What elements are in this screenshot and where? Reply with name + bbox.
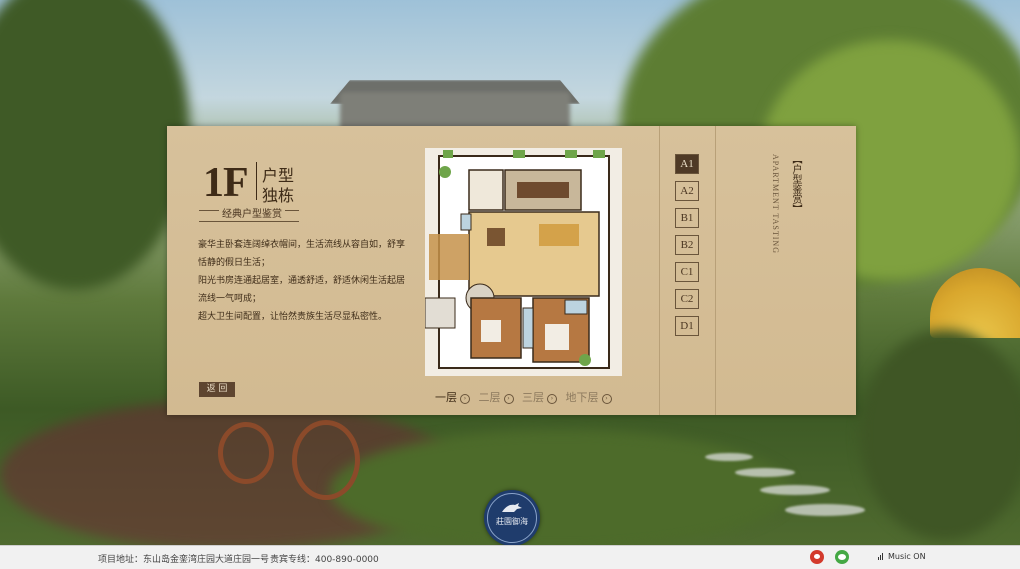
section-title: 【户型鉴赏】	[790, 154, 801, 214]
horse-icon	[502, 503, 522, 512]
path-stone	[760, 485, 830, 495]
logo-text: 莊園御海	[496, 517, 528, 526]
floor-selector: 一层 › 二层 › 三层 › 地下层 ›	[435, 389, 617, 405]
subtitle-rule-bottom	[199, 221, 299, 222]
description-line: 豪华主卧套连阔绰衣帽间，生活流线从容自如，舒享	[198, 240, 406, 250]
footer-bar: 项目地址：东山岛金銮湾庄园大道庄园一号 贵宾专线：400-890-0000 Mu…	[0, 545, 1020, 569]
unit-tab-c2[interactable]: C2	[675, 289, 699, 309]
floor-label: 地下层	[565, 391, 599, 404]
unit-type-tabs: A1 A2 B1 B2 C1 C2 D1	[675, 154, 699, 343]
path-stone	[785, 504, 865, 516]
unit-tab-b2[interactable]: B2	[675, 235, 699, 255]
umbrella	[930, 268, 1020, 338]
vip-phone: 贵宾专线：400-890-0000	[270, 555, 379, 565]
wagon-wheel	[292, 420, 360, 500]
music-label: Music ON	[888, 552, 926, 561]
floor-label: 二层	[478, 391, 501, 404]
floor-label: 一层	[435, 391, 457, 404]
divider	[715, 126, 716, 415]
weibo-icon[interactable]	[810, 550, 824, 564]
wagon-wheel-2	[218, 422, 274, 484]
unit-tab-a2[interactable]: A2	[675, 181, 699, 201]
floor-tab-basement[interactable]: 地下层 ›	[566, 389, 612, 405]
audio-bars-icon	[878, 553, 884, 562]
description-line: 流线一气呵成；	[198, 294, 262, 304]
floor-plan-image	[425, 148, 622, 376]
tree-left	[0, 0, 190, 290]
arrow-right-icon: ›	[503, 394, 514, 404]
bushes-right	[860, 330, 1020, 540]
wechat-icon[interactable]	[835, 550, 849, 564]
arrow-right-icon: ›	[547, 394, 557, 404]
path-stone	[735, 468, 795, 477]
floor-code: 1F	[203, 160, 249, 206]
floor-tab-3[interactable]: 三层 ›	[522, 389, 557, 405]
brand-logo[interactable]: 莊園御海	[484, 490, 540, 546]
divider	[659, 126, 660, 415]
heading-line2: 独栋	[262, 186, 295, 205]
floor-label: 三层	[522, 391, 544, 404]
heading-separator	[256, 162, 257, 200]
arrow-right-icon: ›	[601, 394, 612, 404]
description-line: 恬静的假日生活；	[198, 258, 271, 268]
project-address: 项目地址：东山岛金銮湾庄园大道庄园一号	[98, 555, 270, 565]
floor-tab-1[interactable]: 一层 ›	[435, 389, 470, 405]
unit-tab-c1[interactable]: C1	[675, 262, 699, 282]
description-line: 超大卫生间配置，让怡然贵族生活尽显私密性。	[198, 312, 388, 322]
description-line: 阳光书房连通起居室，通透舒适，舒适休闲生活起居	[198, 276, 406, 286]
apartment-panel: 1F 户型 独栋 经典户型鉴赏 豪华主卧套连阔绰衣帽间，生活流线从容自如，舒享 …	[167, 126, 856, 415]
unit-tab-d1[interactable]: D1	[675, 316, 699, 336]
section-title-en: APARTMENT TASTING	[771, 154, 780, 254]
floor-tab-2[interactable]: 二层 ›	[479, 389, 514, 405]
subtitle: 经典户型鉴赏	[219, 205, 285, 220]
unit-tab-a1[interactable]: A1	[675, 154, 699, 174]
back-button[interactable]: 返 回	[199, 382, 235, 397]
unit-tab-b1[interactable]: B1	[675, 208, 699, 228]
arrow-right-icon: ›	[460, 394, 470, 404]
lawn	[330, 430, 790, 545]
music-toggle[interactable]: Music ON	[878, 552, 926, 562]
description: 豪华主卧套连阔绰衣帽间，生活流线从容自如，舒享 恬静的假日生活； 阳光书房连通起…	[198, 236, 418, 326]
path-stone	[705, 453, 753, 461]
